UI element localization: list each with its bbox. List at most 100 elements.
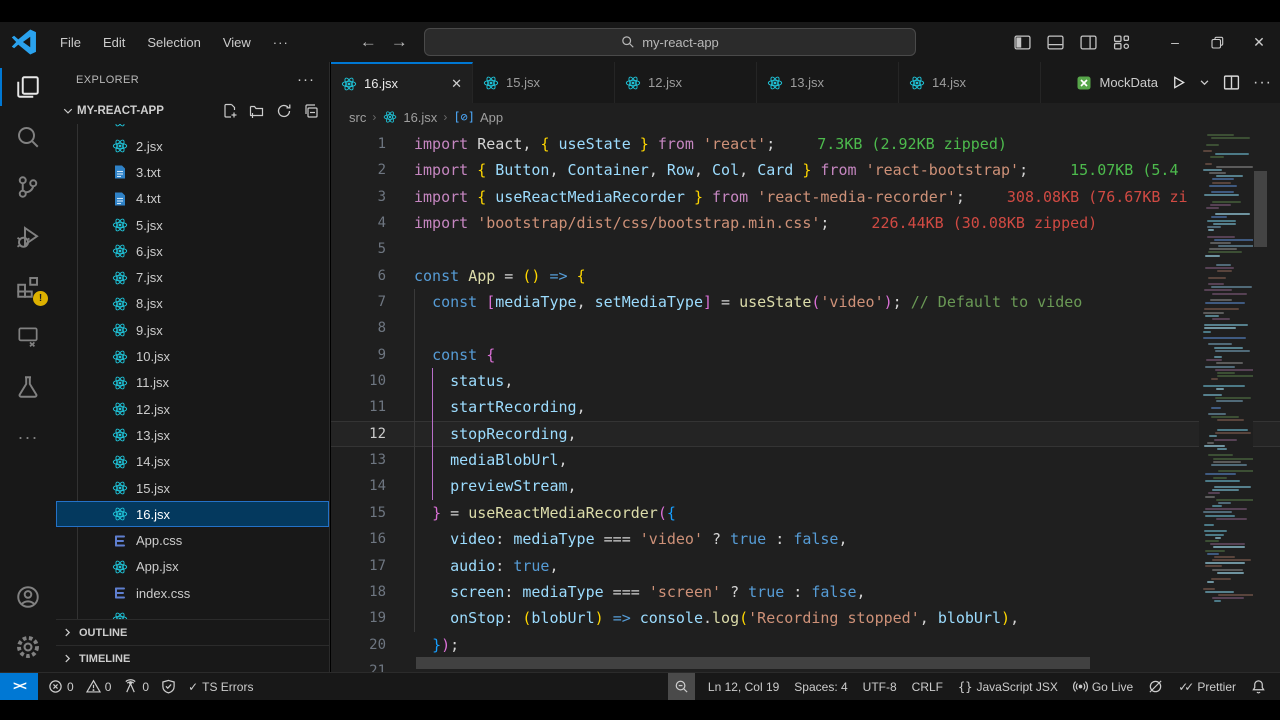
breadcrumb-folder[interactable]: src — [349, 110, 366, 125]
menu-more-icon[interactable]: ··· — [264, 31, 298, 54]
back-arrow-icon[interactable]: ← — [360, 32, 377, 52]
code-line-13[interactable]: 13 mediaBlobUrl, — [331, 447, 1280, 473]
explorer-more-actions-icon[interactable]: ··· — [297, 71, 315, 88]
trust-status[interactable] — [155, 673, 182, 700]
vertical-scrollbar[interactable] — [1254, 171, 1267, 247]
restore-button[interactable] — [1196, 22, 1238, 62]
breadcrumb-file[interactable]: 16.jsx — [382, 110, 437, 125]
cursor-position[interactable]: Ln 12, Col 19 — [702, 673, 785, 700]
errors-count[interactable]: 0 — [42, 673, 80, 700]
tree-item-index.css[interactable]: index.css — [56, 580, 329, 606]
activity-settings-gear-icon[interactable] — [0, 622, 56, 672]
minimize-button[interactable]: – — [1154, 22, 1196, 62]
warnings-count[interactable]: 0 — [80, 673, 118, 700]
menu-item-edit[interactable]: Edit — [94, 31, 134, 54]
code-line-3[interactable]: 3 import { useReactMediaRecorder } from '… — [331, 184, 1280, 210]
activity-files-icon[interactable] — [0, 62, 56, 112]
toggle-panel-icon[interactable] — [1040, 27, 1070, 57]
code-line-19[interactable]: 19 onStop: (blobUrl) => console.log('Rec… — [331, 605, 1280, 631]
menu-item-selection[interactable]: Selection — [138, 31, 209, 54]
tab-16.jsx[interactable]: 16.jsx ✕ — [331, 62, 473, 103]
activity-run-debug-icon[interactable] — [0, 212, 56, 262]
horizontal-scrollbar[interactable] — [416, 657, 1090, 669]
remote-indicator[interactable]: >< — [0, 673, 38, 700]
close-tab-icon[interactable]: ✕ — [451, 76, 462, 92]
close-window-button[interactable]: ✕ — [1238, 22, 1280, 62]
activity-account-icon[interactable] — [0, 572, 56, 622]
tree-item-5.jsx[interactable]: 5.jsx — [56, 212, 329, 238]
editor-more-actions-icon[interactable]: ··· — [1253, 74, 1272, 92]
tree-item-14.jsx[interactable]: 14.jsx — [56, 449, 329, 475]
code-line-4[interactable]: 4 import 'bootstrap/dist/css/bootstrap.mi… — [331, 210, 1280, 236]
new-file-icon[interactable] — [222, 103, 238, 119]
tree-item-4.txt[interactable]: 4.txt — [56, 186, 329, 212]
activity-source-control-icon[interactable] — [0, 162, 56, 212]
customize-layout-icon[interactable] — [1106, 27, 1136, 57]
split-editor-icon[interactable] — [1223, 74, 1240, 91]
tree-item-3.txt[interactable]: 3.txt — [56, 159, 329, 185]
language-mode[interactable]: {} JavaScript JSX — [952, 673, 1064, 700]
menu-item-file[interactable]: File — [51, 31, 90, 54]
tree-item-partial[interactable] — [56, 124, 329, 133]
run-config-item[interactable]: MockData — [1076, 75, 1158, 91]
code-line-8[interactable]: 8 — [331, 315, 1280, 341]
code-line-6[interactable]: 6 const App = () => { — [331, 263, 1280, 289]
tree-item-10.jsx[interactable]: 10.jsx — [56, 343, 329, 369]
collapse-all-icon[interactable] — [303, 103, 319, 119]
tree-item-16.jsx[interactable]: 16.jsx — [56, 501, 329, 528]
tree-item-App.css[interactable]: App.css — [56, 527, 329, 553]
outline-panel-header[interactable]: OUTLINE — [56, 619, 329, 645]
zoom-indicator[interactable] — [667, 673, 695, 700]
tree-item-12.jsx[interactable]: 12.jsx — [56, 396, 329, 422]
code-line-12[interactable]: 12 stopRecording, — [331, 421, 1280, 447]
indentation[interactable]: Spaces: 4 — [788, 673, 853, 700]
command-center-search[interactable]: my-react-app — [424, 28, 916, 56]
tab-15.jsx[interactable]: 15.jsx — [473, 62, 615, 103]
code-line-16[interactable]: 16 video: mediaType === 'video' ? true :… — [331, 526, 1280, 552]
tree-item-8.jsx[interactable]: 8.jsx — [56, 291, 329, 317]
tree-item-15.jsx[interactable]: 15.jsx — [56, 475, 329, 501]
activity-remote-explorer-icon[interactable] — [0, 312, 56, 362]
code-line-20[interactable]: 20 }); — [331, 632, 1280, 658]
code-line-18[interactable]: 18 screen: mediaType === 'screen' ? true… — [331, 579, 1280, 605]
code-line-9[interactable]: 9 const { — [331, 342, 1280, 368]
forwarded-ports[interactable]: 0 — [117, 673, 155, 700]
tab-14.jsx[interactable]: 14.jsx — [899, 62, 1041, 103]
tree-item-7.jsx[interactable]: 7.jsx — [56, 264, 329, 290]
timeline-panel-header[interactable]: TIMELINE — [56, 645, 329, 671]
go-live[interactable]: Go Live — [1067, 673, 1139, 700]
run-button[interactable] — [1171, 75, 1186, 90]
code-line-11[interactable]: 11 startRecording, — [331, 394, 1280, 420]
breadcrumb-symbol[interactable]: [⊘] App — [453, 110, 503, 125]
encoding[interactable]: UTF-8 — [857, 673, 903, 700]
prettier-status[interactable]: ✓✓ Prettier — [1172, 673, 1242, 700]
activity-extensions-icon[interactable]: ! — [0, 262, 56, 312]
forward-arrow-icon[interactable]: → — [391, 32, 408, 52]
code-line-10[interactable]: 10 status, — [331, 368, 1280, 394]
tree-item-11.jsx[interactable]: 11.jsx — [56, 370, 329, 396]
code-line-1[interactable]: 1 import React, { useState } from 'react'… — [331, 131, 1280, 157]
tree-item-partial[interactable] — [56, 606, 329, 620]
activity-search-icon[interactable] — [0, 112, 56, 162]
run-dropdown-chevron-icon[interactable] — [1199, 77, 1210, 88]
activity-test-beaker-icon[interactable] — [0, 362, 56, 412]
tree-item-6.jsx[interactable]: 6.jsx — [56, 238, 329, 264]
ts-errors-status[interactable]: ✓ TS Errors — [182, 673, 259, 700]
code-line-14[interactable]: 14 previewStream, — [331, 473, 1280, 499]
eol-sequence[interactable]: CRLF — [906, 673, 949, 700]
code-line-7[interactable]: 7 const [mediaType, setMediaType] = useS… — [331, 289, 1280, 315]
code-editor[interactable]: 1 import React, { useState } from 'react'… — [331, 131, 1280, 672]
activity-more-icon[interactable]: ··· — [0, 412, 56, 462]
tree-item-13.jsx[interactable]: 13.jsx — [56, 422, 329, 448]
toggle-sidebar-icon[interactable] — [1007, 27, 1037, 57]
menu-item-view[interactable]: View — [214, 31, 260, 54]
tab-12.jsx[interactable]: 12.jsx — [615, 62, 757, 103]
new-folder-icon[interactable] — [249, 103, 265, 119]
toggle-secondary-sidebar-icon[interactable] — [1073, 27, 1103, 57]
minimap[interactable] — [1199, 131, 1253, 672]
code-line-17[interactable]: 17 audio: true, — [331, 553, 1280, 579]
refresh-icon[interactable] — [276, 103, 292, 119]
tree-item-2.jsx[interactable]: 2.jsx — [56, 133, 329, 159]
tree-item-App.jsx[interactable]: App.jsx — [56, 554, 329, 580]
code-line-2[interactable]: 2 import { Button, Container, Row, Col, C… — [331, 157, 1280, 183]
